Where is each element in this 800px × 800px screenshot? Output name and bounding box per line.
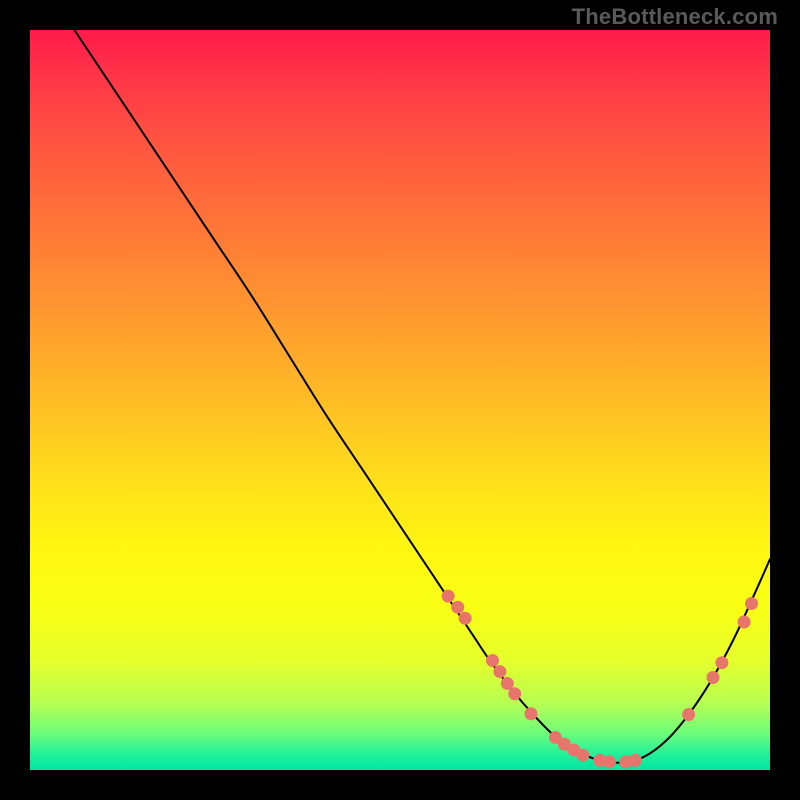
marker-dot	[603, 755, 616, 768]
marker-dot	[486, 654, 499, 667]
watermark-text: TheBottleneck.com	[572, 4, 778, 30]
marker-group	[442, 590, 758, 769]
marker-dot	[524, 707, 537, 720]
marker-dot	[715, 656, 728, 669]
plot-area	[30, 30, 770, 770]
marker-dot	[459, 612, 472, 625]
outer-frame: TheBottleneck.com	[0, 0, 800, 800]
marker-dot	[442, 590, 455, 603]
marker-dot	[738, 616, 751, 629]
chart-svg	[30, 30, 770, 770]
marker-dot	[576, 749, 589, 762]
marker-dot	[451, 601, 464, 614]
marker-dot	[508, 687, 521, 700]
marker-dot	[682, 708, 695, 721]
bottleneck-curve	[74, 30, 770, 763]
marker-dot	[493, 665, 506, 678]
marker-dot	[745, 597, 758, 610]
marker-dot	[629, 754, 642, 767]
marker-dot	[707, 671, 720, 684]
